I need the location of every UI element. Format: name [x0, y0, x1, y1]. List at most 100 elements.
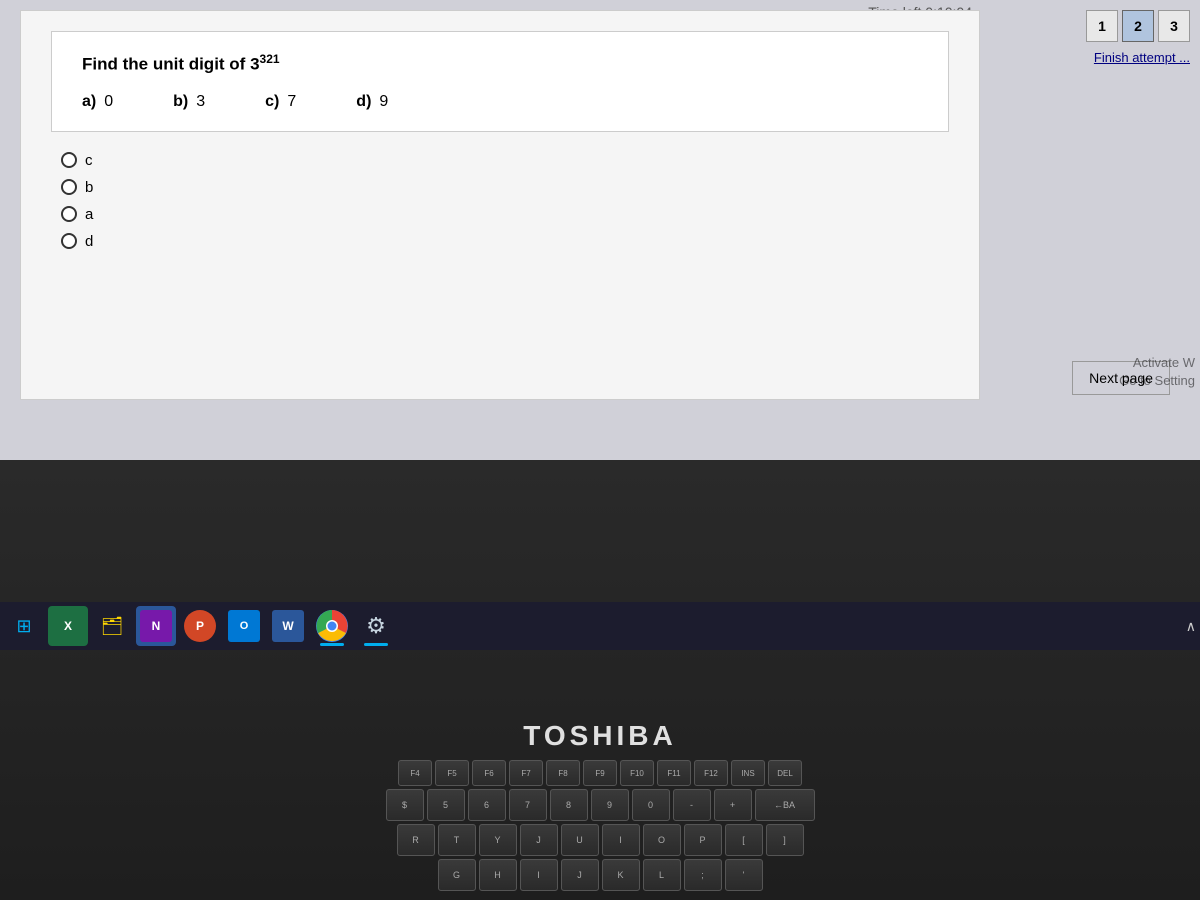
radio-option-d[interactable]: d — [61, 233, 949, 250]
key-dash[interactable]: - — [673, 789, 711, 821]
laptop-keyboard-area: TOSHIBA F4 F5 F6 F7 F8 F9 F10 F11 F12 IN… — [0, 460, 1200, 900]
excel-icon: X — [64, 619, 72, 633]
key-dollar[interactable]: $ — [386, 789, 424, 821]
asdf-row: G H I J K L ; ' — [20, 859, 1180, 891]
key-p[interactable]: P — [684, 824, 722, 856]
radio-option-b[interactable]: b — [61, 179, 949, 196]
option-d: d) 9 — [356, 93, 388, 111]
key-bracket-l[interactable]: [ — [725, 824, 763, 856]
key-r[interactable]: R — [397, 824, 435, 856]
key-7[interactable]: 7 — [509, 789, 547, 821]
taskbar-powerpoint-icon[interactable]: P — [180, 606, 220, 646]
exponent: 321 — [260, 52, 280, 66]
taskbar-outlook-icon[interactable]: O — [224, 606, 264, 646]
key-j2[interactable]: J — [561, 859, 599, 891]
radio-options-group: c b a d — [51, 152, 949, 250]
key-backspace[interactable]: ←BA — [755, 789, 815, 821]
steam-icon: ⚙ — [366, 613, 386, 639]
key-f4[interactable]: F4 — [398, 760, 432, 786]
page-btn-3[interactable]: 3 — [1158, 10, 1190, 42]
page-btn-1[interactable]: 1 — [1086, 10, 1118, 42]
question-title: Find the unit digit of 3321 — [82, 52, 918, 75]
screen: Time left 0:10:04 Find the unit digit of… — [0, 0, 1200, 460]
onenote-icon: N — [140, 610, 172, 642]
key-i[interactable]: I — [602, 824, 640, 856]
option-c-letter: c) — [265, 93, 279, 111]
key-6[interactable]: 6 — [468, 789, 506, 821]
key-g[interactable]: G — [438, 859, 476, 891]
toshiba-brand-label: TOSHIBA — [523, 720, 677, 752]
taskbar-excel-icon[interactable]: X — [48, 606, 88, 646]
key-bracket-r[interactable]: ] — [766, 824, 804, 856]
taskbar-onenote-icon[interactable]: N — [136, 606, 176, 646]
key-0[interactable]: 0 — [632, 789, 670, 821]
radio-label-b: b — [85, 179, 93, 196]
key-plus[interactable]: + — [714, 789, 752, 821]
key-ins[interactable]: INS — [731, 760, 765, 786]
taskbar-steam-icon[interactable]: ⚙ — [356, 606, 396, 646]
radio-circle-d — [61, 233, 77, 249]
option-c: c) 7 — [265, 93, 296, 111]
key-j[interactable]: J — [520, 824, 558, 856]
question-box: Find the unit digit of 3321 a) 0 b) 3 c)… — [51, 31, 949, 132]
key-k[interactable]: K — [602, 859, 640, 891]
page-numbers: 1 2 3 — [1086, 10, 1190, 42]
key-semicolon[interactable]: ; — [684, 859, 722, 891]
key-h[interactable]: H — [479, 859, 517, 891]
option-a: a) 0 — [82, 93, 113, 111]
quiz-container: Find the unit digit of 3321 a) 0 b) 3 c)… — [20, 10, 980, 400]
radio-option-c[interactable]: c — [61, 152, 949, 169]
key-u[interactable]: U — [561, 824, 599, 856]
radio-label-c: c — [85, 152, 93, 169]
key-f7[interactable]: F7 — [509, 760, 543, 786]
key-del[interactable]: DEL — [768, 760, 802, 786]
number-key-row: $ 5 6 7 8 9 0 - + ←BA — [20, 789, 1180, 821]
option-b-letter: b) — [173, 93, 188, 111]
option-a-letter: a) — [82, 93, 96, 111]
key-f6[interactable]: F6 — [472, 760, 506, 786]
key-9[interactable]: 9 — [591, 789, 629, 821]
option-b-value: 3 — [196, 93, 205, 111]
radio-label-a: a — [85, 206, 93, 223]
page-btn-2[interactable]: 2 — [1122, 10, 1154, 42]
keyboard: F4 F5 F6 F7 F8 F9 F10 F11 F12 INS DEL $ … — [20, 760, 1180, 894]
key-f9[interactable]: F9 — [583, 760, 617, 786]
outlook-icon: O — [228, 610, 260, 642]
taskbar-word-icon[interactable]: W — [268, 606, 308, 646]
key-y[interactable]: Y — [479, 824, 517, 856]
word-icon: W — [272, 610, 304, 642]
radio-circle-b — [61, 179, 77, 195]
option-a-value: 0 — [104, 93, 113, 111]
key-f12[interactable]: F12 — [694, 760, 728, 786]
taskbar-windows-button[interactable]: ⊞ — [4, 606, 44, 646]
taskbar-chevron-up[interactable]: ∧ — [1186, 618, 1196, 635]
key-f11[interactable]: F11 — [657, 760, 691, 786]
key-t[interactable]: T — [438, 824, 476, 856]
key-f5[interactable]: F5 — [435, 760, 469, 786]
key-8[interactable]: 8 — [550, 789, 588, 821]
radio-label-d: d — [85, 233, 93, 250]
right-sidebar: 1 2 3 Finish attempt ... — [1000, 0, 1200, 400]
radio-option-a[interactable]: a — [61, 206, 949, 223]
taskbar-chrome-icon[interactable] — [312, 606, 352, 646]
taskbar-folder-icon[interactable]: 🗂 — [92, 606, 132, 646]
key-i2[interactable]: I — [520, 859, 558, 891]
windows-icon: ⊞ — [16, 616, 31, 637]
qwerty-row: R T Y J U I O P [ ] — [20, 824, 1180, 856]
key-o[interactable]: O — [643, 824, 681, 856]
taskbar: ⊞ X 🗂 N P O W — [0, 602, 1200, 650]
powerpoint-icon: P — [184, 610, 216, 642]
key-quote[interactable]: ' — [725, 859, 763, 891]
chrome-active-indicator — [320, 643, 344, 646]
option-d-letter: d) — [356, 93, 371, 111]
key-f8[interactable]: F8 — [546, 760, 580, 786]
options-row: a) 0 b) 3 c) 7 d) 9 — [82, 93, 918, 111]
radio-circle-c — [61, 152, 77, 168]
key-l[interactable]: L — [643, 859, 681, 891]
steam-active-indicator — [364, 643, 388, 646]
key-5[interactable]: 5 — [427, 789, 465, 821]
activate-windows-watermark: Activate W Go to Setting — [1119, 354, 1195, 390]
key-f10[interactable]: F10 — [620, 760, 654, 786]
finish-attempt-button[interactable]: Finish attempt ... — [1094, 50, 1190, 65]
option-c-value: 7 — [287, 93, 296, 111]
